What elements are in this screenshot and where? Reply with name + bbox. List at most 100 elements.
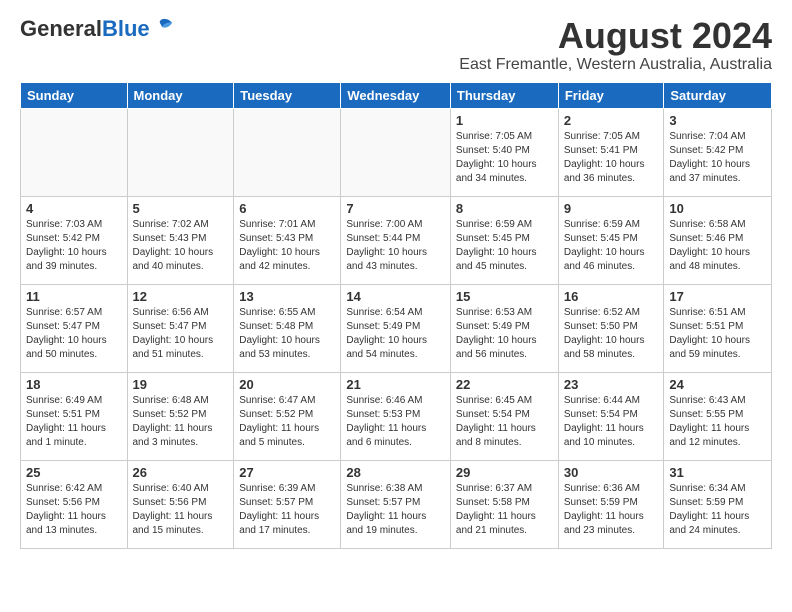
title-block: August 2024 East Fremantle, Western Aust… <box>459 16 772 74</box>
logo-text: GeneralBlue <box>20 16 150 42</box>
logo-bird-icon <box>152 17 174 37</box>
calendar-cell: 17Sunrise: 6:51 AM Sunset: 5:51 PM Dayli… <box>664 284 772 372</box>
day-number: 10 <box>669 201 766 216</box>
day-number: 15 <box>456 289 553 304</box>
calendar-cell: 1 Sunrise: 7:05 AM Sunset: 5:40 PM Daylig… <box>450 108 558 196</box>
day-info: Sunrise: 7:02 AM Sunset: 5:43 PM Dayligh… <box>133 218 229 274</box>
day-info: Sunrise: 7:00 AM Sunset: 5:44 PM Dayligh… <box>346 218 445 274</box>
week-row-4: 18 Sunrise: 6:49 AM Sunset: 5:51 PM Dayli… <box>21 372 772 460</box>
calendar-cell: 6Sunrise: 7:01 AM Sunset: 5:43 PM Daylig… <box>234 196 341 284</box>
day-of-week-tuesday: Tuesday <box>234 82 341 108</box>
calendar-header: SundayMondayTuesdayWednesdayThursdayFrid… <box>21 82 772 108</box>
day-number: 24 <box>669 377 766 392</box>
day-info: Sunrise: 6:43 AM Sunset: 5:55 PM Dayligh… <box>669 394 766 450</box>
day-info: Sunrise: 6:52 AM Sunset: 5:50 PM Dayligh… <box>564 306 659 362</box>
day-info: Sunrise: 7:05 AM Sunset: 5:41 PM Dayligh… <box>564 130 659 186</box>
calendar-cell: 24 Sunrise: 6:43 AM Sunset: 5:55 PM Dayli… <box>664 372 772 460</box>
day-number: 2 <box>564 113 659 128</box>
calendar-cell: 19 Sunrise: 6:48 AM Sunset: 5:52 PM Dayli… <box>127 372 234 460</box>
day-number: 12 <box>133 289 229 304</box>
day-of-week-thursday: Thursday <box>450 82 558 108</box>
day-number: 8 <box>456 201 553 216</box>
day-of-week-saturday: Saturday <box>664 82 772 108</box>
calendar-cell: 9 Sunrise: 6:59 AM Sunset: 5:45 PM Daylig… <box>558 196 664 284</box>
day-info: Sunrise: 6:49 AM Sunset: 5:51 PM Dayligh… <box>26 394 122 450</box>
day-number: 25 <box>26 465 122 480</box>
day-of-week-friday: Friday <box>558 82 664 108</box>
day-number: 11 <box>26 289 122 304</box>
day-number: 3 <box>669 113 766 128</box>
calendar-table: SundayMondayTuesdayWednesdayThursdayFrid… <box>20 82 772 549</box>
week-row-2: 4Sunrise: 7:03 AM Sunset: 5:42 PM Daylig… <box>21 196 772 284</box>
calendar-cell: 16 Sunrise: 6:52 AM Sunset: 5:50 PM Dayli… <box>558 284 664 372</box>
day-info: Sunrise: 6:39 AM Sunset: 5:57 PM Dayligh… <box>239 482 335 538</box>
calendar-cell: 2 Sunrise: 7:05 AM Sunset: 5:41 PM Daylig… <box>558 108 664 196</box>
day-number: 29 <box>456 465 553 480</box>
day-info: Sunrise: 6:37 AM Sunset: 5:58 PM Dayligh… <box>456 482 553 538</box>
day-info: Sunrise: 6:44 AM Sunset: 5:54 PM Dayligh… <box>564 394 659 450</box>
calendar-cell: 18 Sunrise: 6:49 AM Sunset: 5:51 PM Dayli… <box>21 372 128 460</box>
day-of-week-wednesday: Wednesday <box>341 82 451 108</box>
day-info: Sunrise: 6:59 AM Sunset: 5:45 PM Dayligh… <box>456 218 553 274</box>
day-info: Sunrise: 6:42 AM Sunset: 5:56 PM Dayligh… <box>26 482 122 538</box>
day-info: Sunrise: 6:55 AM Sunset: 5:48 PM Dayligh… <box>239 306 335 362</box>
day-number: 4 <box>26 201 122 216</box>
day-info: Sunrise: 6:38 AM Sunset: 5:57 PM Dayligh… <box>346 482 445 538</box>
day-info: Sunrise: 6:59 AM Sunset: 5:45 PM Dayligh… <box>564 218 659 274</box>
calendar-cell: 29 Sunrise: 6:37 AM Sunset: 5:58 PM Dayli… <box>450 460 558 548</box>
calendar-cell: 3Sunrise: 7:04 AM Sunset: 5:42 PM Daylig… <box>664 108 772 196</box>
day-number: 26 <box>133 465 229 480</box>
day-info: Sunrise: 7:05 AM Sunset: 5:40 PM Dayligh… <box>456 130 553 186</box>
calendar-cell: 25 Sunrise: 6:42 AM Sunset: 5:56 PM Dayli… <box>21 460 128 548</box>
page-header: GeneralBlue August 2024 East Fremantle, … <box>20 16 772 74</box>
calendar-cell <box>234 108 341 196</box>
day-number: 18 <box>26 377 122 392</box>
day-of-week-sunday: Sunday <box>21 82 128 108</box>
day-info: Sunrise: 6:48 AM Sunset: 5:52 PM Dayligh… <box>133 394 229 450</box>
day-number: 14 <box>346 289 445 304</box>
calendar-cell: 10Sunrise: 6:58 AM Sunset: 5:46 PM Dayli… <box>664 196 772 284</box>
day-info: Sunrise: 6:47 AM Sunset: 5:52 PM Dayligh… <box>239 394 335 450</box>
calendar-body: 1 Sunrise: 7:05 AM Sunset: 5:40 PM Daylig… <box>21 108 772 548</box>
calendar-cell: 28Sunrise: 6:38 AM Sunset: 5:57 PM Dayli… <box>341 460 451 548</box>
calendar-cell: 30 Sunrise: 6:36 AM Sunset: 5:59 PM Dayli… <box>558 460 664 548</box>
day-number: 27 <box>239 465 335 480</box>
calendar-cell: 7 Sunrise: 7:00 AM Sunset: 5:44 PM Daylig… <box>341 196 451 284</box>
calendar-cell: 14 Sunrise: 6:54 AM Sunset: 5:49 PM Dayli… <box>341 284 451 372</box>
day-number: 5 <box>133 201 229 216</box>
day-number: 13 <box>239 289 335 304</box>
calendar-cell: 31Sunrise: 6:34 AM Sunset: 5:59 PM Dayli… <box>664 460 772 548</box>
day-info: Sunrise: 6:45 AM Sunset: 5:54 PM Dayligh… <box>456 394 553 450</box>
day-info: Sunrise: 6:40 AM Sunset: 5:56 PM Dayligh… <box>133 482 229 538</box>
calendar-cell: 15Sunrise: 6:53 AM Sunset: 5:49 PM Dayli… <box>450 284 558 372</box>
day-number: 21 <box>346 377 445 392</box>
calendar-cell: 5 Sunrise: 7:02 AM Sunset: 5:43 PM Daylig… <box>127 196 234 284</box>
day-info: Sunrise: 6:51 AM Sunset: 5:51 PM Dayligh… <box>669 306 766 362</box>
calendar-cell: 27 Sunrise: 6:39 AM Sunset: 5:57 PM Dayli… <box>234 460 341 548</box>
day-number: 1 <box>456 113 553 128</box>
day-number: 23 <box>564 377 659 392</box>
day-number: 16 <box>564 289 659 304</box>
logo: GeneralBlue <box>20 16 174 42</box>
day-info: Sunrise: 6:56 AM Sunset: 5:47 PM Dayligh… <box>133 306 229 362</box>
day-number: 7 <box>346 201 445 216</box>
week-row-3: 11 Sunrise: 6:57 AM Sunset: 5:47 PM Dayli… <box>21 284 772 372</box>
calendar-cell: 22 Sunrise: 6:45 AM Sunset: 5:54 PM Dayli… <box>450 372 558 460</box>
day-info: Sunrise: 6:54 AM Sunset: 5:49 PM Dayligh… <box>346 306 445 362</box>
day-number: 22 <box>456 377 553 392</box>
calendar-cell: 26 Sunrise: 6:40 AM Sunset: 5:56 PM Dayli… <box>127 460 234 548</box>
day-number: 19 <box>133 377 229 392</box>
day-number: 9 <box>564 201 659 216</box>
day-info: Sunrise: 6:57 AM Sunset: 5:47 PM Dayligh… <box>26 306 122 362</box>
day-number: 31 <box>669 465 766 480</box>
calendar-cell <box>21 108 128 196</box>
calendar-cell: 8 Sunrise: 6:59 AM Sunset: 5:45 PM Daylig… <box>450 196 558 284</box>
day-of-week-monday: Monday <box>127 82 234 108</box>
calendar-subtitle: East Fremantle, Western Australia, Austr… <box>459 56 772 74</box>
calendar-cell: 12 Sunrise: 6:56 AM Sunset: 5:47 PM Dayli… <box>127 284 234 372</box>
calendar-cell <box>127 108 234 196</box>
calendar-cell: 21Sunrise: 6:46 AM Sunset: 5:53 PM Dayli… <box>341 372 451 460</box>
day-number: 30 <box>564 465 659 480</box>
day-info: Sunrise: 6:36 AM Sunset: 5:59 PM Dayligh… <box>564 482 659 538</box>
day-number: 6 <box>239 201 335 216</box>
